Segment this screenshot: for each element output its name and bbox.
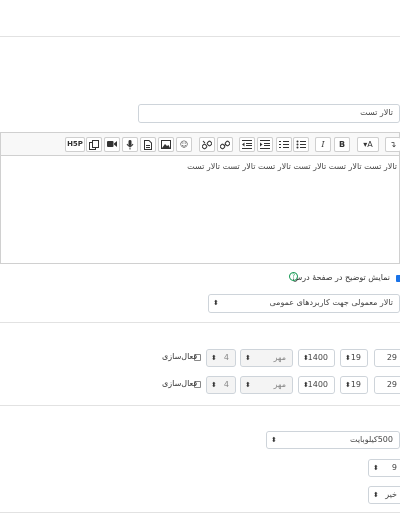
cutoff-hour-select[interactable]: 4 ⬍ (206, 376, 236, 394)
bullet-list-button[interactable] (293, 137, 309, 152)
microphone-icon (126, 140, 134, 150)
forum-name-value: تالار تست (360, 108, 393, 117)
cutoff-day2-select[interactable]: 19 ⬍ (340, 376, 368, 394)
bottom-divider (0, 512, 400, 513)
max-attachments-select[interactable]: 9 ⬍ (368, 459, 400, 477)
indent-button[interactable] (257, 137, 273, 152)
italic-button[interactable]: I (315, 137, 331, 152)
editor-content: تالار تست تالار تست تالار تست تالار تست … (187, 162, 397, 171)
file-icon (144, 140, 152, 150)
forum-name-input[interactable]: تالار تست (138, 104, 400, 123)
word-count-select[interactable]: خیر ⬍ (368, 486, 400, 504)
emoji-button[interactable]: ☺ (176, 137, 192, 152)
due-day2-select[interactable]: 19 ⬍ (340, 349, 368, 367)
expand-toolbar-button[interactable]: ↴ (385, 137, 400, 152)
ordered-list-icon (279, 141, 289, 148)
unlink-icon (202, 140, 212, 150)
copy-icon (89, 140, 99, 150)
cutoff-month-select[interactable]: مهر ⬍ (240, 376, 293, 394)
ordered-list-button[interactable] (276, 137, 292, 152)
description-editor[interactable]: تالار تست تالار تست تالار تست تالار تست … (0, 156, 400, 264)
font-style-button[interactable]: ▾A (357, 137, 379, 152)
due-hour-select[interactable]: 4 ⬍ (206, 349, 236, 367)
cutoff-enable-label: فعال‌سازی (162, 379, 198, 388)
copy-button[interactable] (86, 137, 102, 152)
show-description-label: نمایش توضیح در صفحهٔ درس (292, 273, 390, 282)
max-size-value: 500کیلوبایت (349, 435, 393, 444)
bold-button[interactable]: B (334, 137, 350, 152)
indent-icon (260, 140, 270, 149)
show-description-checkbox[interactable] (396, 275, 400, 282)
audio-button[interactable] (122, 137, 138, 152)
section-divider-3 (0, 405, 400, 406)
top-divider (0, 36, 400, 37)
max-size-select[interactable]: 500کیلوبایت ⬍ (266, 431, 400, 449)
select-arrow-icon: ⬍ (271, 436, 277, 444)
select-arrow-icon: ⬍ (373, 464, 379, 472)
forum-type-value: تالار معمولی جهت کاربردهای عمومی (269, 298, 393, 307)
outdent-icon (242, 140, 252, 149)
due-year-select[interactable]: 1400 ⬍ (298, 349, 335, 367)
section-divider-2 (0, 322, 400, 323)
due-day-select[interactable]: 29 (374, 349, 400, 367)
video-button[interactable] (104, 137, 120, 152)
cutoff-day-select[interactable]: 29 (374, 376, 400, 394)
word-count-value: خیر (385, 490, 397, 499)
select-arrow-icon: ⬍ (213, 299, 219, 307)
file-button[interactable] (140, 137, 156, 152)
due-month-select[interactable]: مهر ⬍ (240, 349, 293, 367)
max-attachments-value: 9 (391, 463, 397, 472)
image-button[interactable] (158, 137, 174, 152)
editor-toolbar: ↴ ▾A B I ☺ H5P (0, 132, 400, 156)
due-enable-label: فعال‌سازی (162, 352, 198, 361)
help-icon[interactable]: ? (289, 272, 298, 281)
bullet-list-icon (296, 140, 306, 149)
image-icon (161, 140, 171, 149)
video-icon (107, 141, 117, 147)
cutoff-year-select[interactable]: 1400 ⬍ (298, 376, 335, 394)
select-arrow-icon: ⬍ (373, 491, 379, 499)
forum-type-select[interactable]: تالار معمولی جهت کاربردهای عمومی ⬍ (208, 294, 400, 313)
unlink-button[interactable] (199, 137, 215, 152)
link-button[interactable] (217, 137, 233, 152)
outdent-button[interactable] (239, 137, 255, 152)
link-icon (220, 140, 230, 150)
h5p-button[interactable]: H5P (65, 137, 85, 152)
